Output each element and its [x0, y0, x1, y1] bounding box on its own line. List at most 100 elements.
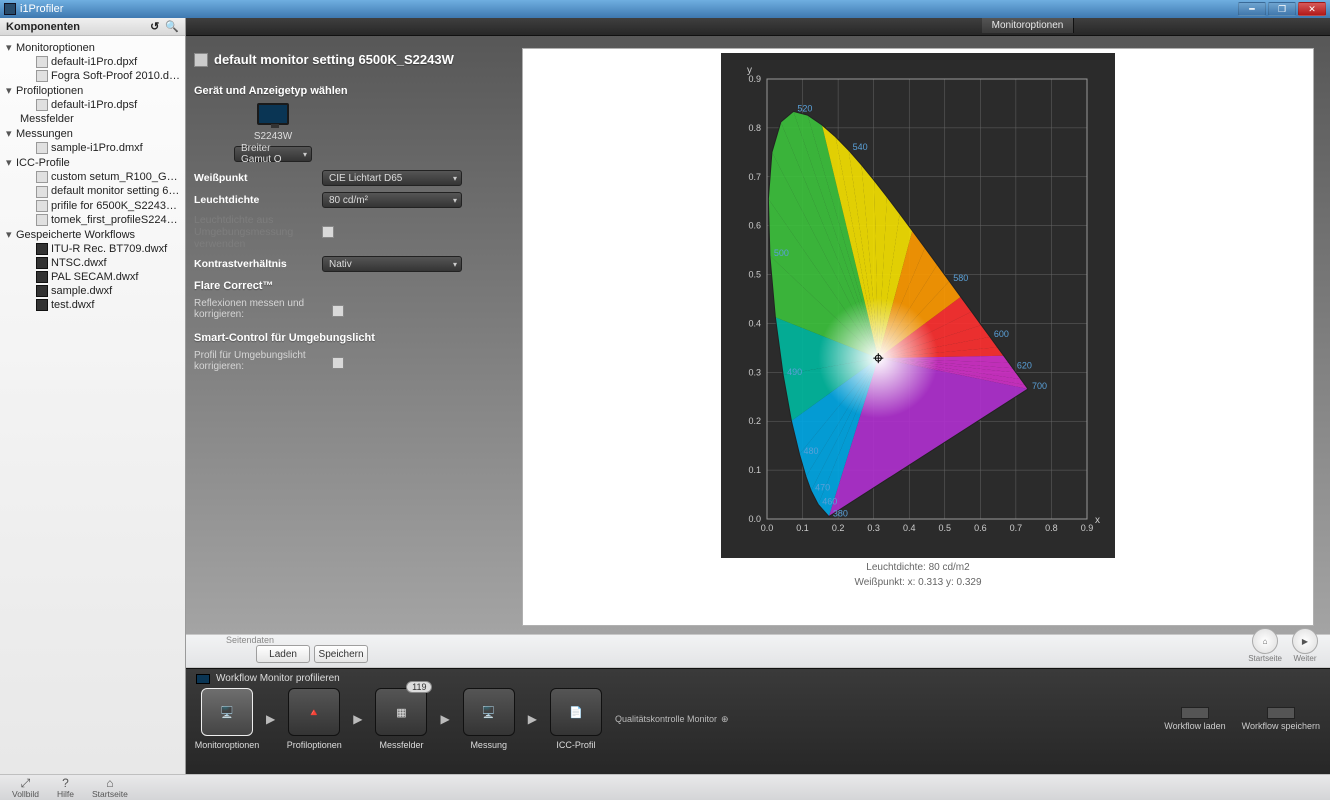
svg-text:0.7: 0.7	[1010, 523, 1023, 533]
svg-text:x: x	[1095, 515, 1100, 526]
tree-file[interactable]: default-i1Pro.dpsf	[4, 98, 183, 112]
hilfe-button[interactable]: ?Hilfe	[57, 777, 74, 799]
svg-text:460: 460	[822, 496, 837, 506]
chart-caption-lum: Leuchtdichte: 80 cd/m2	[866, 562, 969, 573]
tree-file[interactable]: NTSC.dwxf	[4, 256, 183, 270]
tree-file[interactable]: ITU-R Rec. BT709.dwxf	[4, 242, 183, 256]
section-device: Gerät und Anzeigetyp wählen	[194, 85, 504, 97]
wf-step-messung[interactable]: 🖥️Messung	[458, 688, 520, 750]
section-smart: Smart-Control für Umgebungslicht	[194, 332, 504, 344]
workflow-save-button[interactable]: Workflow speichern	[1242, 707, 1320, 731]
svg-text:0.6: 0.6	[748, 221, 761, 231]
wf-step-iccprofil[interactable]: 📄ICC-Profil	[545, 688, 607, 750]
svg-text:620: 620	[1017, 360, 1032, 370]
sidebar-title: Komponenten	[6, 21, 80, 33]
svg-text:470: 470	[815, 483, 830, 493]
svg-text:0.6: 0.6	[974, 523, 987, 533]
svg-text:380: 380	[833, 509, 848, 519]
tree-file[interactable]: sample.dwxf	[4, 284, 183, 298]
svg-text:0.1: 0.1	[748, 465, 761, 475]
wf-step-messfelder[interactable]: ▦Messfelder	[370, 688, 432, 750]
tree-group-messungen[interactable]: ▾Messungen	[4, 126, 183, 141]
tree-group-monitoroptionen[interactable]: ▾Monitoroptionen	[4, 40, 183, 55]
home-button[interactable]: ⌂	[1252, 628, 1278, 654]
tree-file[interactable]: sample-i1Pro.dmxf	[4, 141, 183, 155]
leuchtdichte-dropdown[interactable]: 80 cd/m²	[322, 192, 462, 208]
tab-monitoroptionen[interactable]: Monitoroptionen	[982, 18, 1075, 33]
svg-text:0.3: 0.3	[867, 523, 880, 533]
svg-text:0.5: 0.5	[748, 270, 761, 280]
weiter-button[interactable]: ▶	[1292, 628, 1318, 654]
search-icon[interactable]: 🔍	[165, 20, 179, 33]
workflow-title: Workflow Monitor profilieren	[216, 673, 340, 684]
tree-file[interactable]: PAL SECAM.dwxf	[4, 270, 183, 284]
window-titlebar: i1Profiler ━ ❐ ✕	[0, 0, 1330, 18]
wf-step-monitoroptionen[interactable]: 🖥️Monitoroptionen	[196, 688, 258, 750]
window-maximize-button[interactable]: ❐	[1268, 2, 1296, 16]
svg-text:0.0: 0.0	[761, 523, 774, 533]
startseite-button[interactable]: ⌂Startseite	[92, 777, 128, 799]
bottom-bar: ⤢Vollbild ?Hilfe ⌂Startseite	[0, 774, 1330, 800]
seitendaten-bar: Seitendaten Laden Speichern ⌂Startseite …	[186, 634, 1330, 668]
chevron-right-icon: ▶	[440, 712, 449, 726]
tab-bar: Monitoroptionen	[186, 18, 1330, 36]
svg-text:0.8: 0.8	[748, 123, 761, 133]
gamut-dropdown[interactable]: Breiter Gamut O	[234, 146, 312, 162]
leuchtdichte-env-label: Leuchtdichte aus Umgebungsmessungverwend…	[194, 214, 312, 250]
wf-step-profiloptionen[interactable]: 🔺Profiloptionen	[283, 688, 345, 750]
svg-text:480: 480	[803, 446, 818, 456]
svg-text:0.9: 0.9	[1081, 523, 1094, 533]
smart-checkbox[interactable]	[332, 357, 344, 369]
kontrast-dropdown[interactable]: Nativ	[322, 256, 462, 272]
vollbild-button[interactable]: ⤢Vollbild	[12, 777, 39, 799]
tree-file[interactable]: prifile for 6500K_S2243W.icm	[4, 199, 183, 213]
window-close-button[interactable]: ✕	[1298, 2, 1326, 16]
svg-text:580: 580	[953, 273, 968, 283]
sidebar: Komponenten ↺ 🔍 ▾Monitoroptionen default…	[0, 18, 186, 774]
svg-text:540: 540	[853, 142, 868, 152]
page-title: default monitor setting 6500K_S2243W	[194, 48, 504, 77]
svg-text:0.2: 0.2	[748, 416, 761, 426]
tree-file[interactable]: default-i1Pro.dpxf	[4, 55, 183, 69]
chevron-right-icon: ▶	[353, 712, 362, 726]
svg-text:0.5: 0.5	[939, 523, 952, 533]
flare-checkbox[interactable]	[332, 305, 344, 317]
laden-button[interactable]: Laden	[256, 645, 310, 663]
document-icon	[194, 53, 208, 67]
window-minimize-button[interactable]: ━	[1238, 2, 1266, 16]
tree-group-profiloptionen[interactable]: ▾Profiloptionen	[4, 83, 183, 98]
workflow-strip: Workflow Monitor profilieren 🖥️Monitorop…	[186, 668, 1330, 774]
leuchtdichte-env-checkbox[interactable]	[322, 226, 334, 238]
tree-file[interactable]: default monitor setting 6500K_S2243...	[4, 184, 183, 198]
tree-group-messfelder[interactable]: Messfelder	[4, 112, 183, 126]
tree-group-icc[interactable]: ▾ICC-Profile	[4, 155, 183, 170]
workflow-load-button[interactable]: Workflow laden	[1164, 707, 1225, 731]
speichern-button[interactable]: Speichern	[314, 645, 368, 663]
component-tree[interactable]: ▾Monitoroptionen default-i1Pro.dpxf Fogr…	[0, 36, 185, 774]
svg-text:520: 520	[797, 103, 812, 113]
app-title: i1Profiler	[20, 3, 63, 15]
svg-text:500: 500	[774, 248, 789, 258]
smart-sub: Profil für Umgebungslicht korrigieren:	[194, 350, 322, 372]
tree-file[interactable]: test.dwxf	[4, 298, 183, 312]
refresh-icon[interactable]: ↺	[150, 20, 159, 33]
tree-file[interactable]: custom setum_R100_G95_B96_S2243...	[4, 170, 183, 184]
weisspunkt-label: Weißpunkt	[194, 172, 312, 184]
monitor-icon[interactable]	[257, 103, 289, 125]
weisspunkt-dropdown[interactable]: CIE Lichtart D65	[322, 170, 462, 186]
tree-file[interactable]: Fogra Soft-Proof 2010.dpxf	[4, 69, 183, 83]
monitor-name: S2243W	[254, 131, 292, 142]
monitor-mini-icon	[196, 674, 210, 684]
gamut-preview: 0.00.10.20.30.40.50.60.70.80.90.00.10.20…	[522, 48, 1314, 626]
tree-file[interactable]: tomek_first_profileS2243W.icm	[4, 213, 183, 227]
svg-text:0.4: 0.4	[748, 318, 761, 328]
kontrast-label: Kontrastverhältnis	[194, 258, 312, 270]
tree-group-workflows[interactable]: ▾Gespeicherte Workflows	[4, 227, 183, 242]
flare-sub: Reflexionen messen und korrigieren:	[194, 298, 322, 320]
svg-text:0.4: 0.4	[903, 523, 916, 533]
chart-caption-wp: Weißpunkt: x: 0.313 y: 0.329	[854, 577, 981, 588]
svg-text:490: 490	[787, 367, 802, 377]
wf-quality-toggle[interactable]: Qualitätskontrolle Monitor⊕	[615, 714, 729, 725]
cie-chromaticity-chart: 0.00.10.20.30.40.50.60.70.80.90.00.10.20…	[727, 59, 1107, 549]
svg-text:0.0: 0.0	[748, 514, 761, 524]
